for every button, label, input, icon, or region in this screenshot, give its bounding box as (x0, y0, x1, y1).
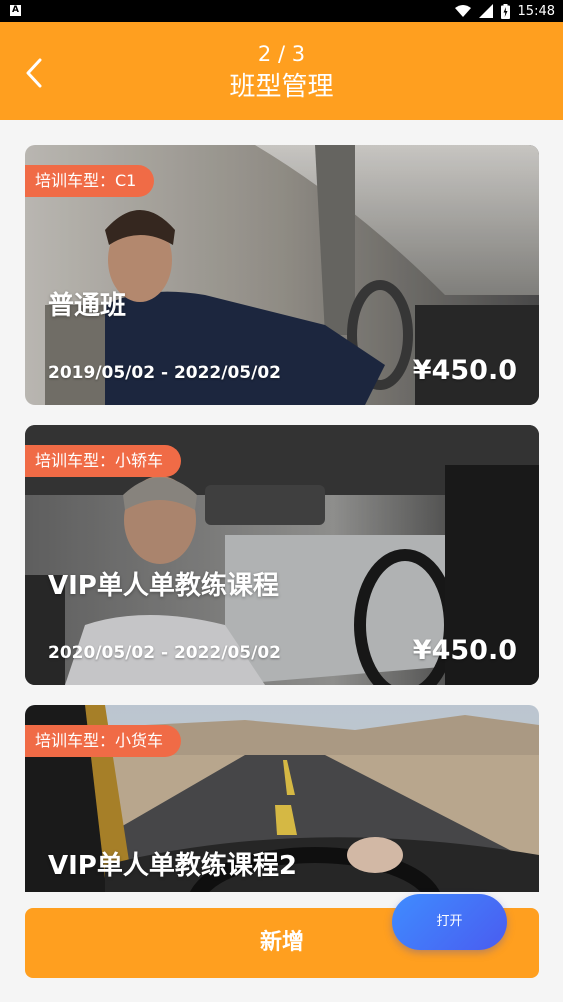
wifi-icon (454, 4, 471, 17)
class-card[interactable]: 培训车型：C1 普通班 2019/05/02 - 2022/05/02 ¥450… (25, 145, 539, 405)
class-name: 普通班 (48, 291, 127, 321)
open-button[interactable]: 打开 (392, 894, 507, 950)
class-card[interactable]: 培训车型：小货车 VIP单人单教练课程2 (25, 705, 539, 892)
status-indicators: 15:48 (454, 0, 555, 22)
vehicle-type-tag: 培训车型：小货车 (25, 725, 182, 757)
notification-icon: A (10, 5, 21, 16)
class-name: VIP单人单教练课程2 (48, 851, 297, 881)
date-range: 2019/05/02 - 2022/05/02 (48, 363, 281, 383)
price: ¥450.0 (412, 635, 517, 666)
page-counter: 2 / 3 (257, 42, 306, 66)
class-list: 培训车型：C1 普通班 2019/05/02 - 2022/05/02 ¥450… (0, 120, 563, 892)
app-header: 2 / 3 班型管理 (0, 22, 563, 120)
class-name: VIP单人单教练课程 (48, 571, 279, 601)
date-range: 2020/05/02 - 2022/05/02 (48, 643, 281, 663)
signal-icon (478, 4, 493, 18)
price: ¥450.0 (412, 355, 517, 386)
page-title: 班型管理 (229, 72, 334, 102)
status-time: 15:48 (517, 3, 555, 19)
vehicle-type-tag: 培训车型：C1 (25, 165, 155, 197)
class-card[interactable]: 培训车型：小轿车 VIP单人单教练课程 2020/05/02 - 2022/05… (25, 425, 539, 685)
battery-icon (500, 3, 510, 19)
status-bar: A 15:48 (0, 0, 563, 22)
vehicle-type-tag: 培训车型：小轿车 (25, 445, 182, 477)
